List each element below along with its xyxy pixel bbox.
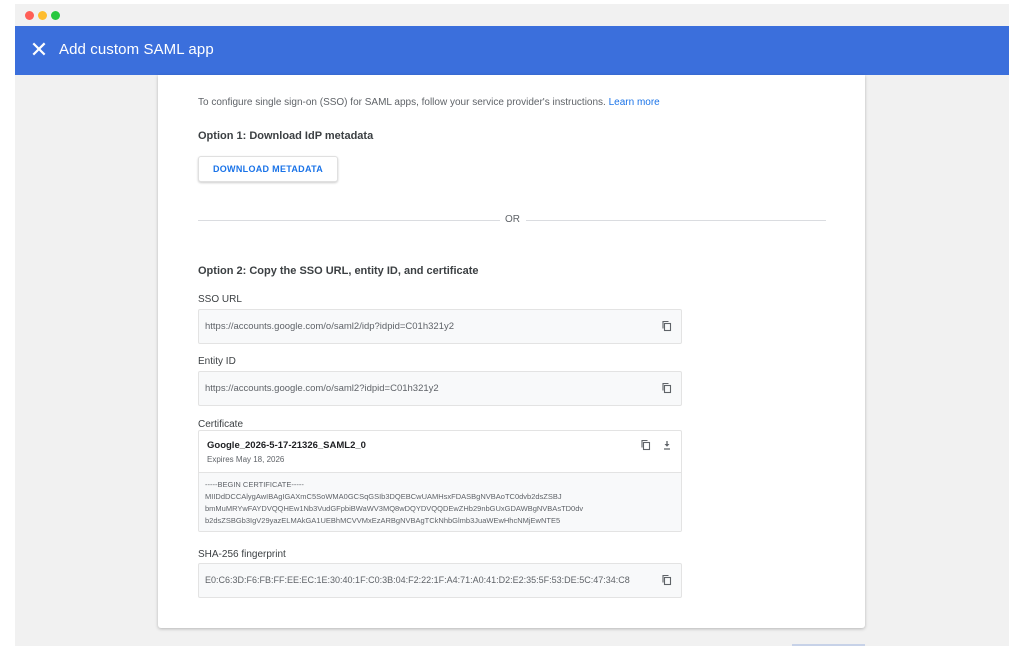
learn-more-link[interactable]: Learn more (609, 97, 660, 108)
certificate-line: -----BEGIN CERTIFICATE----- (205, 480, 304, 489)
certificate-box: Google_2026-5-17-21326_SAML2_0 Expires M… (198, 430, 682, 532)
copy-icon[interactable] (661, 574, 673, 586)
page-title: Add custom SAML app (59, 41, 214, 58)
certificate-expiry: Expires May 18, 2026 (207, 455, 285, 464)
copy-icon[interactable] (640, 439, 652, 451)
sso-url-label: SSO URL (198, 294, 242, 305)
window-titlebar (15, 4, 1009, 26)
window-close-dot[interactable] (25, 11, 34, 20)
fingerprint-value[interactable]: E0:C6:3D:F6:FB:FF:EE:EC:1E:30:40:1F:C0:3… (205, 575, 630, 585)
intro-text: To configure single sign-on (SSO) for SA… (198, 97, 660, 108)
or-separator: OR (505, 214, 520, 225)
copy-icon[interactable] (661, 382, 673, 394)
sso-url-value[interactable]: https://accounts.google.com/o/saml2/idp?… (205, 321, 454, 332)
close-icon[interactable]: ✕ (28, 39, 50, 61)
certificate-line: b2dsZSBGb3IgV29yazELMAkGA1UEBhMCVVMxEzAR… (205, 516, 561, 525)
intro-description: To configure single sign-on (SSO) for SA… (198, 97, 606, 108)
option2-heading: Option 2: Copy the SSO URL, entity ID, a… (198, 265, 479, 277)
download-metadata-button[interactable]: DOWNLOAD METADATA (198, 156, 338, 182)
fingerprint-field: E0:C6:3D:F6:FB:FF:EE:EC:1E:30:40:1F:C0:3… (198, 563, 682, 598)
entity-id-value[interactable]: https://accounts.google.com/o/saml2?idpi… (205, 383, 439, 394)
certificate-content[interactable]: -----BEGIN CERTIFICATE----- MIIDdDCCAlyg… (199, 472, 681, 531)
divider-right (526, 220, 826, 221)
copy-icon[interactable] (661, 320, 673, 332)
divider-left (198, 220, 500, 221)
saml-setup-card: To configure single sign-on (SSO) for SA… (158, 75, 865, 628)
download-icon[interactable] (661, 439, 673, 451)
window-minimize-dot[interactable] (38, 11, 47, 20)
fingerprint-label: SHA-256 fingerprint (198, 549, 286, 560)
entity-id-label: Entity ID (198, 356, 236, 367)
app-header: ✕ Add custom SAML app (15, 26, 1009, 75)
browser-window: ✕ Add custom SAML app To configure singl… (15, 4, 1009, 646)
bottom-action-hint (792, 644, 865, 646)
window-maximize-dot[interactable] (51, 11, 60, 20)
sso-url-field: https://accounts.google.com/o/saml2/idp?… (198, 309, 682, 344)
entity-id-field: https://accounts.google.com/o/saml2?idpi… (198, 371, 682, 406)
certificate-name: Google_2026-5-17-21326_SAML2_0 (207, 440, 366, 451)
certificate-label: Certificate (198, 419, 244, 430)
certificate-line: bmMuMRYwFAYDVQQHEw1Nb3VudGFpbiBWaWV3MQ8w… (205, 504, 584, 513)
option1-heading: Option 1: Download IdP metadata (198, 130, 374, 142)
certificate-line: MIIDdDCCAlygAwIBAgIGAXmC5SoWMA0GCSqGSIb3… (205, 492, 562, 501)
